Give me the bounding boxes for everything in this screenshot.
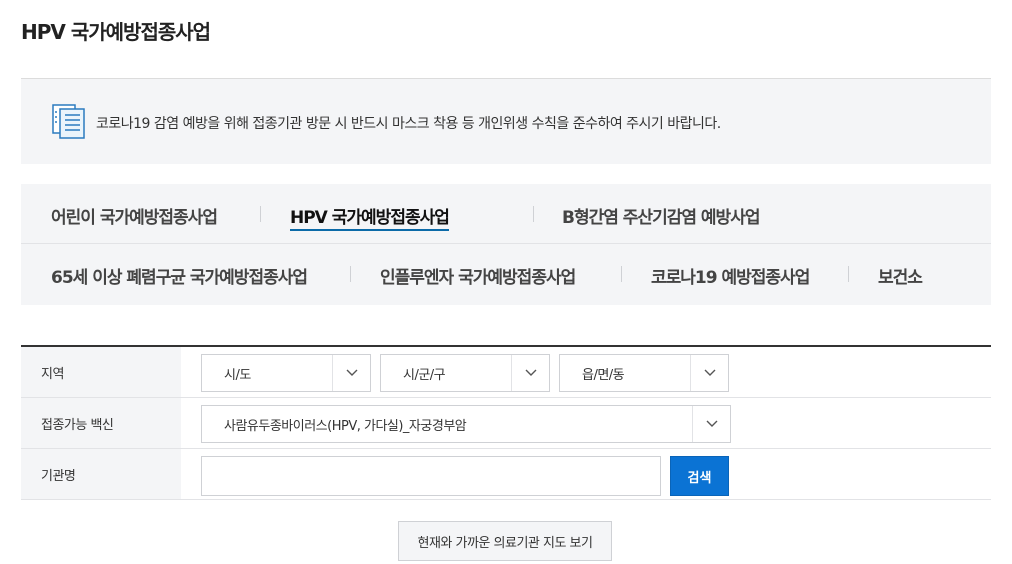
vaccine-label: 접종가능 백신 [21, 398, 181, 448]
tab-separator [621, 266, 622, 282]
region-label: 지역 [21, 347, 181, 397]
tab-hepatitis-b[interactable]: B형간염 주산기감염 예방사업 [562, 203, 760, 228]
eupmyeondong-select-value: 읍/면/동 [582, 367, 625, 383]
region-row: 지역 시/도 시/군/구 읍/면/동 [21, 347, 991, 398]
sido-select[interactable]: 시/도 [201, 354, 371, 392]
notice-text: 코로나19 감염 예방을 위해 접종기관 방문 시 반드시 마스크 착용 등 개… [96, 116, 721, 132]
chevron-down-icon [525, 366, 537, 381]
tab-row-2: 65세 이상 폐렴구균 국가예방접종사업 인플루엔자 국가예방접종사업 코로나1… [21, 244, 991, 304]
nearby-map-button[interactable]: 현재와 가까운 의료기관 지도 보기 [398, 521, 612, 561]
program-tabs: 어린이 국가예방접종사업 HPV 국가예방접종사업 B형간염 주산기감염 예방사… [21, 184, 991, 305]
institution-row: 기관명 검색 [21, 449, 991, 500]
vaccine-select-value: 사람유두종바이러스(HPV, 가다실)_자궁경부암 [224, 418, 467, 434]
tab-separator [350, 266, 351, 282]
vaccine-row: 접종가능 백신 사람유두종바이러스(HPV, 가다실)_자궁경부암 [21, 398, 991, 449]
vaccine-select[interactable]: 사람유두종바이러스(HPV, 가다실)_자궁경부암 [201, 405, 731, 443]
document-list-icon [51, 103, 89, 139]
search-form: 지역 시/도 시/군/구 읍/면/동 접종가능 백신 사람유두종바이러스(HPV… [21, 345, 991, 500]
tab-separator [533, 206, 534, 222]
tab-separator [848, 266, 849, 282]
tab-health-center[interactable]: 보건소 [878, 263, 923, 288]
tab-covid19[interactable]: 코로나19 예방접종사업 [651, 263, 810, 288]
chevron-down-icon [704, 366, 716, 381]
sigungu-select[interactable]: 시/군/구 [380, 354, 550, 392]
chevron-down-icon [706, 417, 718, 432]
search-button[interactable]: 검색 [670, 456, 729, 496]
chevron-down-icon [346, 366, 358, 381]
institution-label: 기관명 [21, 449, 181, 499]
tab-separator [260, 206, 261, 222]
eupmyeondong-select[interactable]: 읍/면/동 [559, 354, 729, 392]
sigungu-select-value: 시/군/구 [403, 367, 446, 383]
institution-name-input[interactable] [201, 456, 661, 496]
tab-child-vaccination[interactable]: 어린이 국가예방접종사업 [51, 203, 218, 228]
tab-pneumococcal[interactable]: 65세 이상 폐렴구균 국가예방접종사업 [51, 263, 308, 288]
notice-box: 코로나19 감염 예방을 위해 접종기관 방문 시 반드시 마스크 착용 등 개… [21, 79, 991, 164]
tab-row-1: 어린이 국가예방접종사업 HPV 국가예방접종사업 B형간염 주산기감염 예방사… [21, 184, 991, 244]
page-title: HPV 국가예방접종사업 [21, 20, 211, 44]
tab-influenza[interactable]: 인플루엔자 국가예방접종사업 [380, 263, 576, 288]
tab-hpv-vaccination[interactable]: HPV 국가예방접종사업 [290, 203, 450, 231]
sido-select-value: 시/도 [224, 367, 251, 383]
